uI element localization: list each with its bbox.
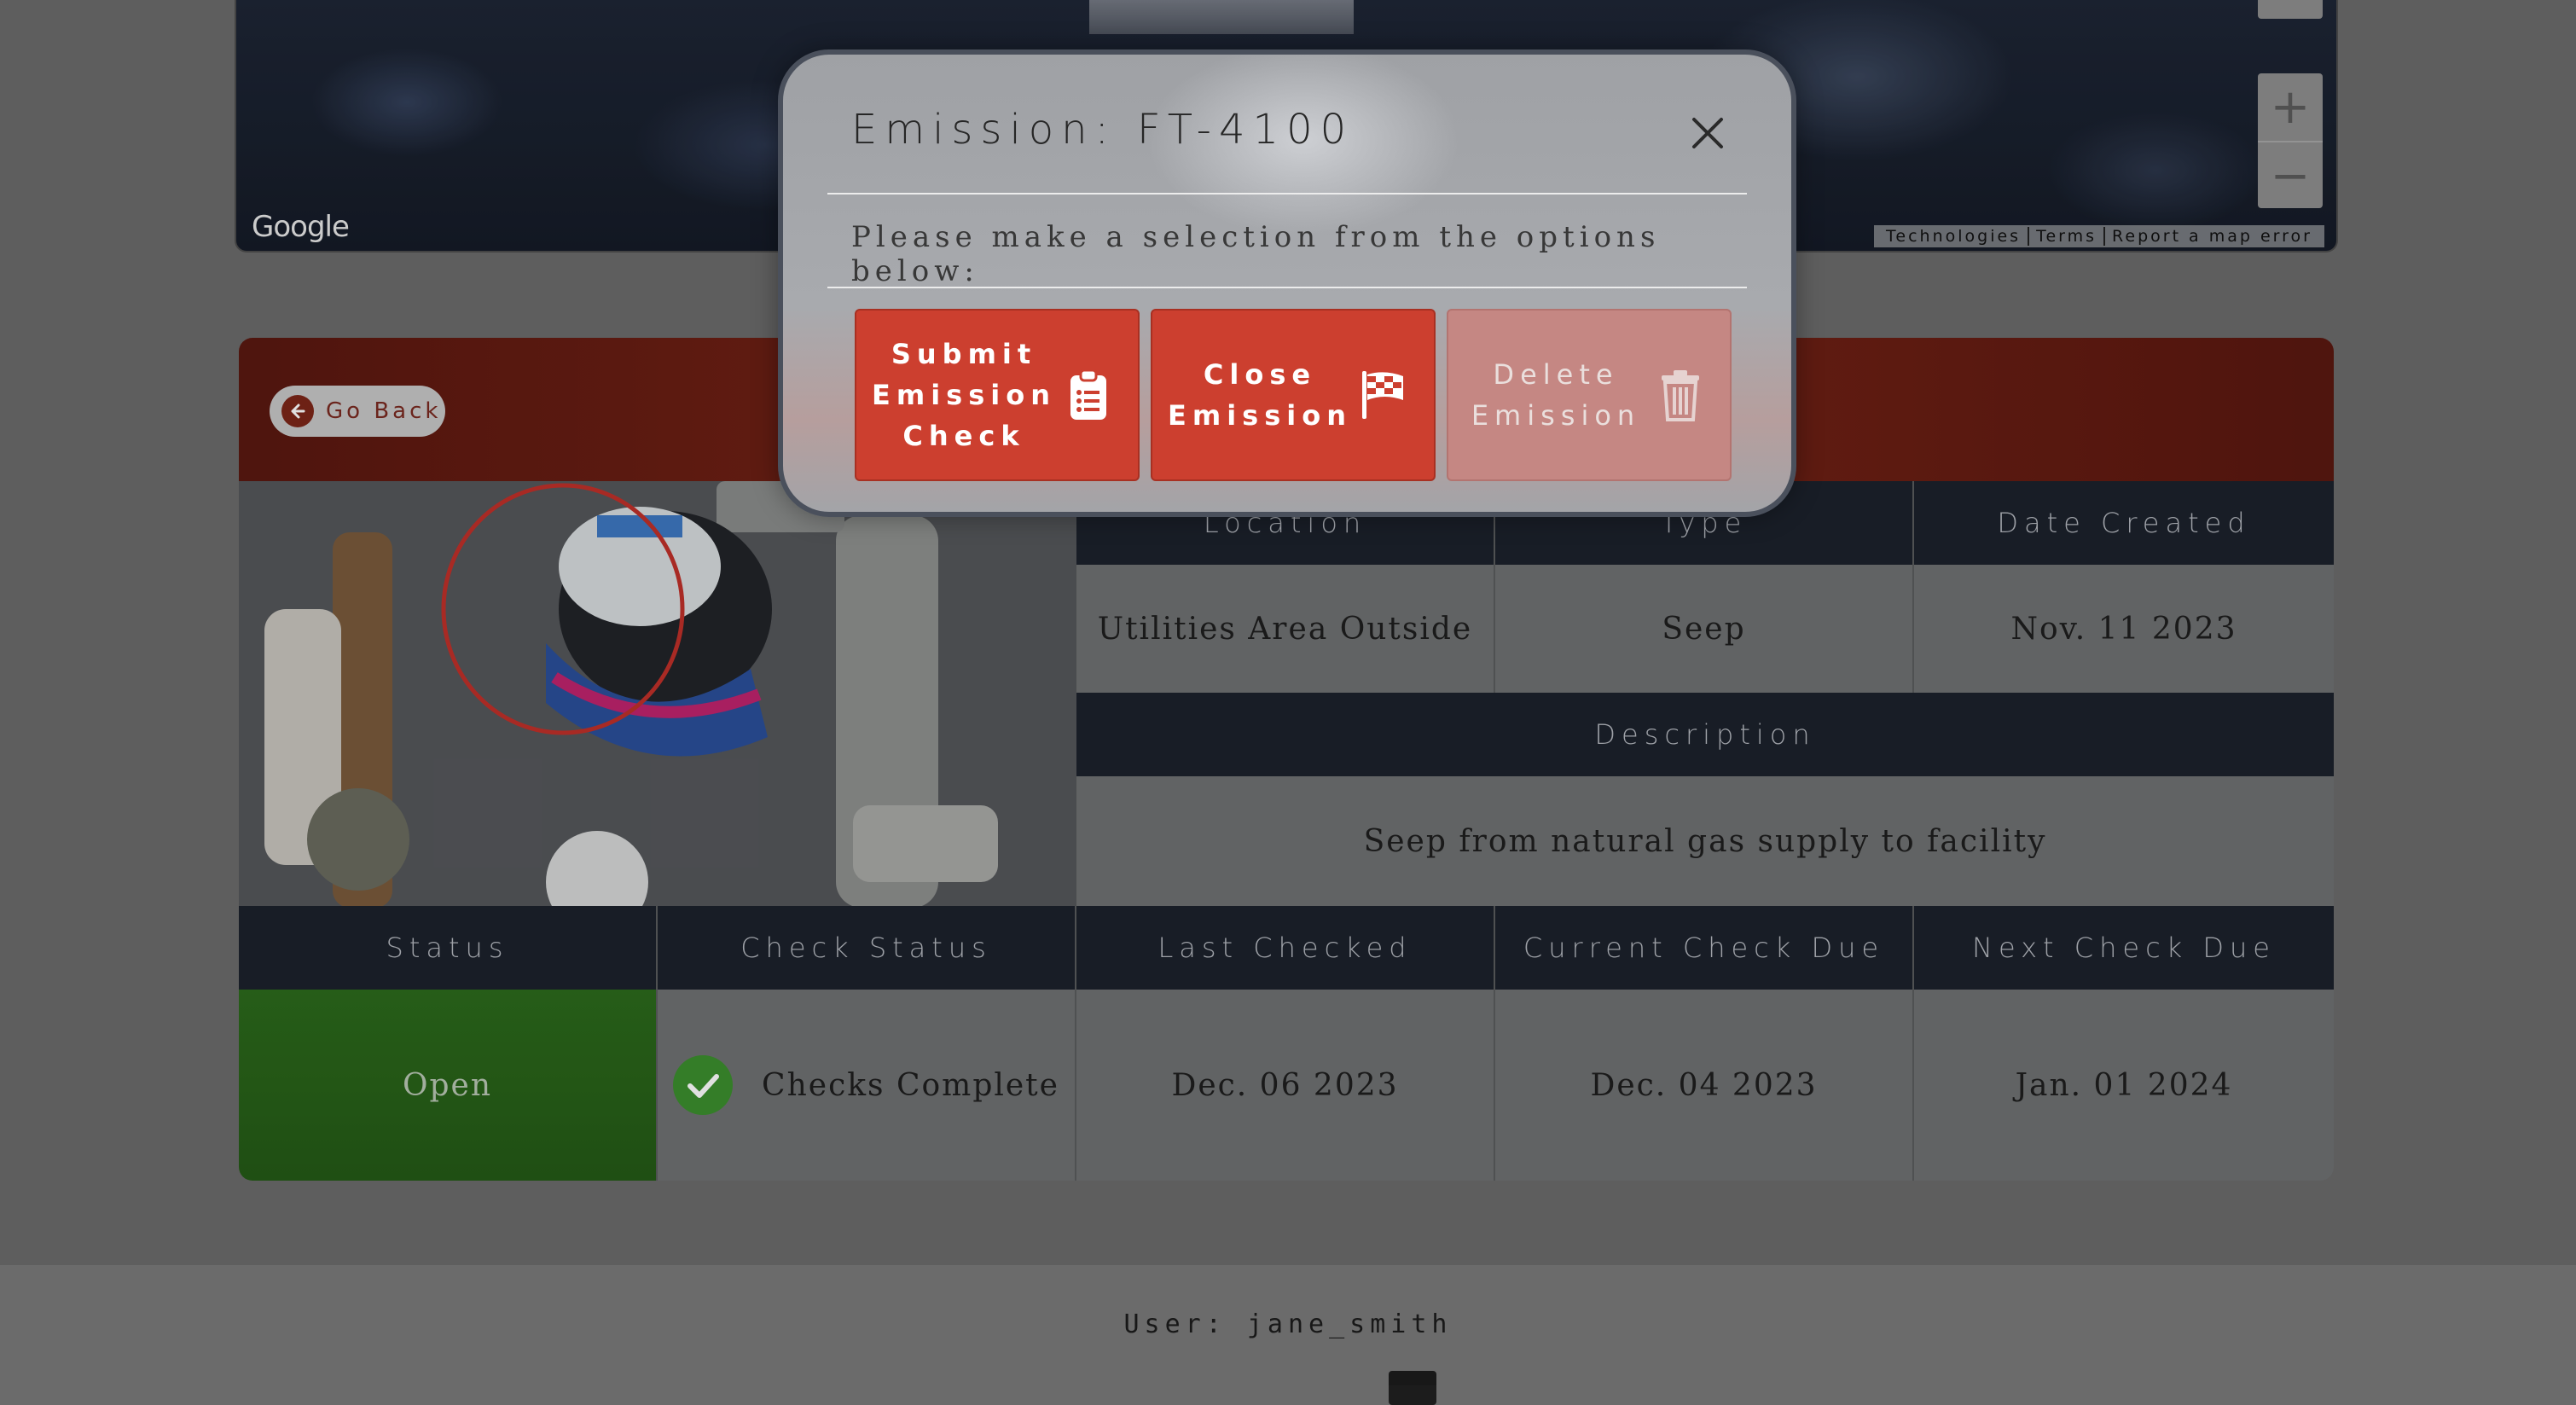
- checkered-flag-icon: [1357, 369, 1412, 421]
- delete-emission-button[interactable]: Delete Emission: [1447, 309, 1732, 481]
- modal-divider: [827, 287, 1747, 288]
- close-icon[interactable]: [1689, 114, 1726, 152]
- close-emission-label: Close Emission: [1168, 358, 1352, 432]
- clipboard-list-icon: [1061, 369, 1116, 421]
- delete-emission-label: Delete Emission: [1471, 358, 1641, 432]
- emission-options-modal: Emission: FT-4100 Please make a selectio…: [778, 49, 1796, 517]
- trash-icon: [1653, 369, 1708, 421]
- modal-divider: [827, 193, 1747, 194]
- close-emission-button[interactable]: Close Emission: [1151, 309, 1436, 481]
- submit-emission-check-label: Submit Emission Check: [872, 338, 1056, 452]
- submit-emission-check-button[interactable]: Submit Emission Check: [855, 309, 1140, 481]
- modal-message: Please make a selection from the options…: [851, 220, 1661, 288]
- modal-title: Emission: FT-4100: [851, 106, 1355, 154]
